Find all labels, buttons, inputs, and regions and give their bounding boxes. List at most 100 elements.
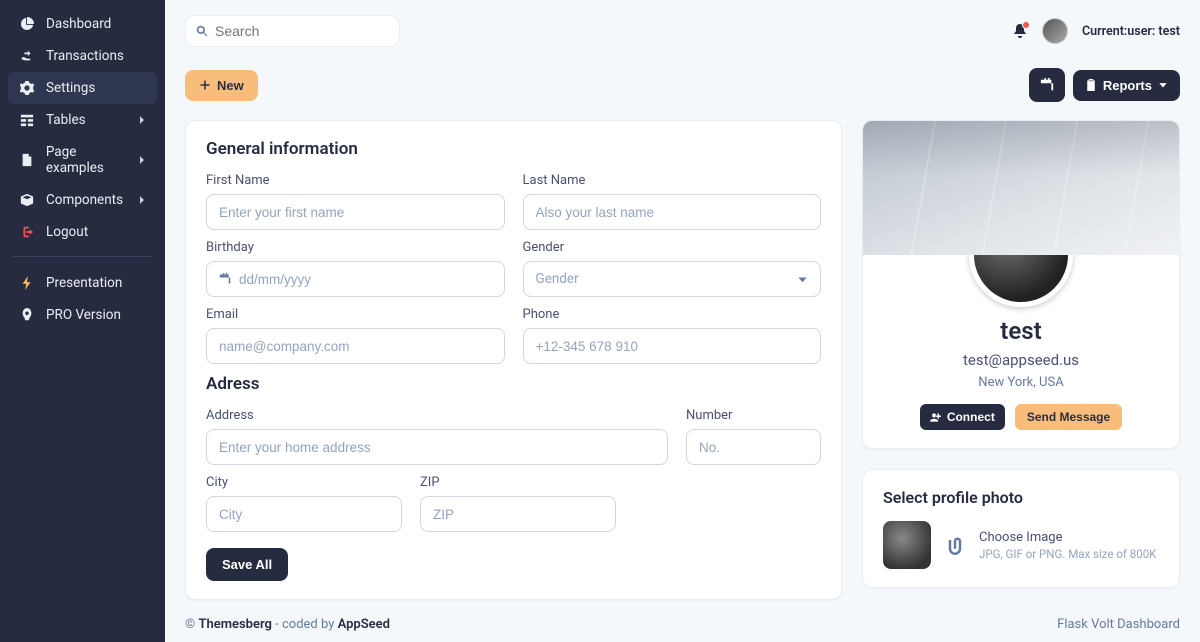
sidebar-item-label: Transactions — [46, 48, 124, 64]
chevron-down-icon — [1158, 80, 1168, 90]
email-label: Email — [206, 307, 505, 322]
chevron-down-icon — [797, 274, 808, 285]
last-name-label: Last Name — [523, 173, 822, 188]
plus-icon — [199, 79, 211, 91]
gear-icon — [18, 81, 36, 95]
first-name-label: First Name — [206, 173, 505, 188]
profile-location: New York, USA — [978, 375, 1063, 390]
sidebar-item-label: Components — [46, 192, 123, 208]
footer-left: © Themesberg - coded by AppSeed — [185, 617, 390, 632]
main: Current:user: test New Re — [165, 0, 1200, 642]
phone-field[interactable] — [523, 328, 822, 364]
address-field[interactable] — [206, 429, 668, 465]
sidebar-item-logout[interactable]: Logout — [8, 216, 157, 248]
general-heading: General information — [206, 139, 821, 159]
sidebar-item-presentation[interactable]: Presentation — [8, 267, 157, 299]
footer-right[interactable]: Flask Volt Dashboard — [1057, 617, 1180, 632]
reports-button[interactable]: Reports — [1073, 70, 1180, 101]
chevron-right-icon — [137, 115, 147, 125]
sidebar-item-components[interactable]: Components — [8, 184, 157, 216]
choose-image-label: Choose Image — [979, 530, 1156, 545]
sidebar-item-label: PRO Version — [46, 307, 121, 323]
photo-card: Select profile photo Choose Image JPG, G… — [862, 469, 1180, 588]
pie-chart-icon — [18, 17, 36, 31]
connect-label: Connect — [947, 410, 995, 424]
search-icon — [196, 25, 209, 38]
clipboard-icon — [1085, 79, 1097, 91]
save-all-button[interactable]: Save All — [206, 548, 288, 581]
last-name-field[interactable] — [523, 194, 822, 230]
upload-photo[interactable]: Choose Image JPG, GIF or PNG. Max size o… — [883, 521, 1159, 569]
zip-field[interactable] — [420, 496, 616, 532]
save-all-label: Save All — [222, 557, 272, 572]
file-icon — [18, 153, 36, 167]
birthday-label: Birthday — [206, 240, 505, 255]
send-message-label: Send Message — [1027, 410, 1110, 424]
address-heading: Adress — [206, 374, 821, 394]
upload-hint: JPG, GIF or PNG. Max size of 800K — [979, 547, 1156, 561]
box-icon — [18, 193, 36, 207]
profile-email: test@appseed.us — [963, 351, 1079, 369]
logout-icon — [18, 225, 36, 239]
user-plus-icon — [930, 412, 941, 423]
sidebar-item-tables[interactable]: Tables — [8, 104, 157, 136]
sidebar-item-label: Settings — [46, 80, 95, 96]
sidebar-item-label: Tables — [46, 112, 86, 128]
sidebar-item-pro-version[interactable]: PRO Version — [8, 299, 157, 331]
first-name-field[interactable] — [206, 194, 505, 230]
new-button[interactable]: New — [185, 70, 258, 101]
send-message-button[interactable]: Send Message — [1015, 404, 1122, 430]
new-button-label: New — [217, 78, 244, 93]
avatar[interactable] — [1042, 18, 1068, 44]
topbar: Current:user: test — [185, 8, 1180, 54]
rocket-icon — [18, 308, 36, 322]
city-field[interactable] — [206, 496, 402, 532]
page-actions: New Reports — [185, 68, 1180, 102]
city-label: City — [206, 475, 402, 490]
connect-button[interactable]: Connect — [920, 404, 1005, 430]
zip-label: ZIP — [420, 475, 616, 490]
content: General information First Name Last Name — [185, 120, 1180, 600]
hand-holding-icon — [18, 49, 36, 63]
sidebar-divider — [12, 256, 153, 257]
phone-label: Phone — [523, 307, 822, 322]
number-field[interactable] — [686, 429, 821, 465]
current-user-label: Current:user: test — [1082, 24, 1180, 39]
paperclip-icon — [945, 535, 965, 555]
sidebar-item-label: Presentation — [46, 275, 122, 291]
sidebar-item-label: Dashboard — [46, 16, 111, 32]
chevron-right-icon — [137, 195, 147, 205]
footer: © Themesberg - coded by AppSeed Flask Vo… — [185, 601, 1180, 642]
photo-heading: Select profile photo — [883, 488, 1159, 507]
gender-selected: Gender — [536, 271, 579, 287]
sidebar-item-label: Page examples — [46, 144, 137, 176]
birthday-field[interactable] — [206, 261, 505, 297]
address-label: Address — [206, 408, 668, 423]
sidebar-item-settings[interactable]: Settings — [8, 72, 157, 104]
chevron-right-icon — [137, 155, 147, 165]
photo-thumb — [883, 521, 931, 569]
profile-name: test — [1000, 317, 1041, 345]
calendar-icon — [1040, 78, 1054, 92]
search-input-wrap[interactable] — [185, 15, 400, 47]
sidebar-item-dashboard[interactable]: Dashboard — [8, 8, 157, 40]
gender-label: Gender — [523, 240, 822, 255]
profile-card: test test@appseed.us New York, USA Conne… — [862, 120, 1180, 449]
calendar-icon — [219, 273, 231, 285]
notification-dot — [1022, 21, 1030, 29]
table-icon — [18, 113, 36, 127]
sidebar-item-transactions[interactable]: Transactions — [8, 40, 157, 72]
number-label: Number — [686, 408, 821, 423]
gender-select[interactable]: Gender — [523, 261, 822, 297]
notifications-button[interactable] — [1012, 23, 1028, 39]
profile-cover — [863, 121, 1179, 255]
calendar-button[interactable] — [1029, 68, 1065, 102]
general-info-card: General information First Name Last Name — [185, 120, 842, 600]
footer-themesberg-link[interactable]: Themesberg — [198, 617, 271, 632]
email-field[interactable] — [206, 328, 505, 364]
footer-appseed-link[interactable]: AppSeed — [338, 617, 390, 632]
sidebar-item-label: Logout — [46, 224, 88, 240]
sidebar-item-page-examples[interactable]: Page examples — [8, 136, 157, 184]
reports-button-label: Reports — [1103, 78, 1152, 93]
search-input[interactable] — [215, 23, 389, 39]
